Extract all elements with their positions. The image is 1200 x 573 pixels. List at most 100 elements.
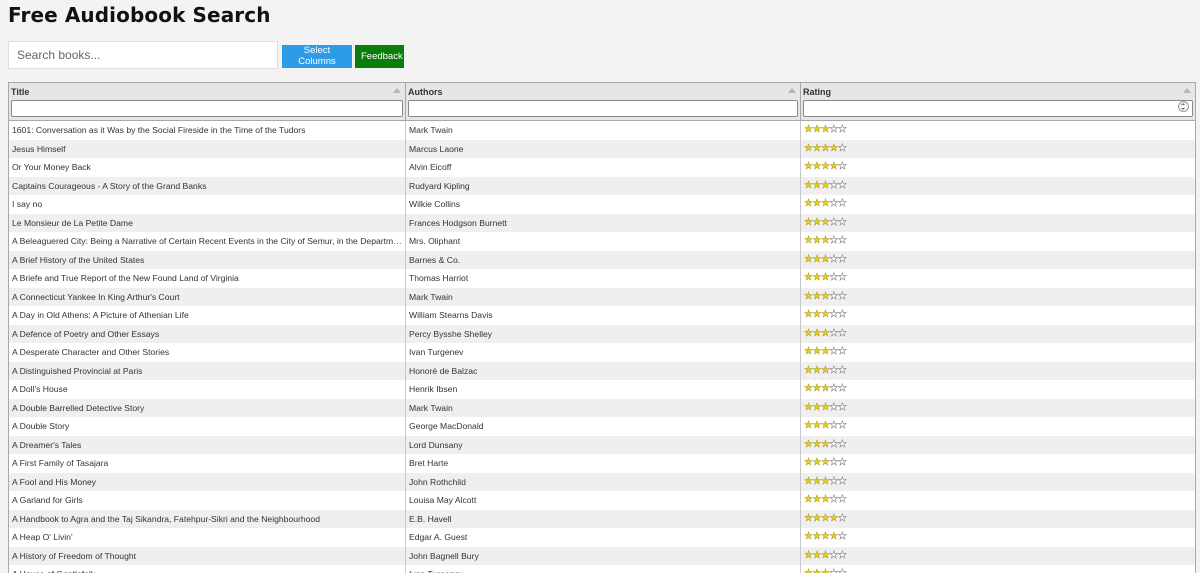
title-cell[interactable]: A Double Barrelled Detective Story	[9, 398, 406, 417]
table-row[interactable]: A Beleaguered City: Being a Narrative of…	[9, 232, 1195, 251]
author-cell[interactable]: Mrs. Oliphant	[406, 232, 801, 251]
table-row[interactable]: Jesus Himself Marcus Laone ★★★★★	[9, 139, 1195, 159]
title-cell[interactable]: A Heap O' Livin'	[9, 528, 406, 547]
table-row[interactable]: I say no Wilkie Collins ★★★★★	[9, 195, 1195, 214]
author-cell[interactable]: Ivan Turgenev	[406, 565, 801, 573]
rating-cell[interactable]: ★★★★★	[801, 288, 1195, 307]
sort-arrow-icon[interactable]	[1183, 88, 1191, 93]
table-row[interactable]: A House of GentlefolkIvan Turgenev★★★★★	[9, 565, 1195, 573]
rating-cell[interactable]: ★★★★★	[801, 195, 1195, 214]
table-row[interactable]: A Brief History of the United States Barn…	[9, 250, 1195, 270]
author-cell[interactable]: William Stearns Davis	[406, 306, 801, 325]
title-cell[interactable]: A Distinguished Provincial at Paris	[9, 361, 406, 380]
title-cell[interactable]: A House of Gentlefolk	[9, 565, 406, 573]
title-cell[interactable]: Le Monsieur de La Petite Dame	[9, 213, 406, 232]
title-cell[interactable]: I say no	[9, 195, 406, 214]
author-cell[interactable]: John Rothchild	[406, 472, 801, 491]
author-cell[interactable]: Thomas Harriot	[406, 269, 801, 288]
author-cell[interactable]: Marcus Laone	[406, 139, 801, 158]
title-cell[interactable]: Jesus Himself	[9, 139, 406, 158]
table-row[interactable]: A Day in Old Athens: A Picture of Atheni…	[9, 306, 1195, 325]
title-cell[interactable]: A Brief History of the United States	[9, 250, 406, 269]
column-header-title[interactable]: Title	[9, 83, 406, 120]
title-cell[interactable]: A Dreamer's Tales	[9, 435, 406, 454]
rating-cell[interactable]: ★★★★★	[801, 399, 1195, 418]
table-row[interactable]: A First Family of Tasajara Bret Harte ★★★★…	[9, 454, 1195, 473]
table-row[interactable]: A Doll's House Henrik Ibsen ★★★★★	[9, 380, 1195, 399]
select-columns-button[interactable]: Select Columns	[282, 44, 352, 68]
table-row[interactable]: Captains Courageous - A Story of the Gra…	[9, 176, 1195, 195]
feedback-button[interactable]: Feedback	[355, 44, 404, 68]
rating-filter-input[interactable]	[803, 100, 1193, 117]
author-cell[interactable]: Bret Harte	[406, 454, 801, 473]
author-cell[interactable]: John Bagnell Bury	[406, 546, 801, 565]
title-cell[interactable]: A Handbook to Agra and the Taj Sikandra,…	[9, 509, 406, 528]
rating-cell[interactable]: ★★★★★	[801, 436, 1195, 455]
title-cell[interactable]: A Doll's House	[9, 380, 406, 399]
table-row[interactable]: A Briefe and True Report of the New Foun…	[9, 269, 1195, 288]
table-row[interactable]: A Handbook to Agra and the Taj Sikandra,…	[9, 509, 1195, 529]
title-cell[interactable]: A Defence of Poetry and Other Essays	[9, 324, 406, 343]
title-cell[interactable]: Or Your Money Back	[9, 158, 406, 177]
rating-cell[interactable]: ★★★★★	[801, 454, 1195, 473]
table-row[interactable]: Le Monsieur de La Petite Dame Frances Hod…	[9, 213, 1195, 233]
rating-cell[interactable]: ★★★★★	[801, 251, 1195, 270]
spinner-icon[interactable]	[1178, 101, 1189, 112]
author-cell[interactable]: Barnes & Co.	[406, 250, 801, 269]
author-cell[interactable]: Henrik Ibsen	[406, 380, 801, 399]
search-input[interactable]	[8, 41, 278, 69]
table-row[interactable]: A Defence of Poetry and Other Essays Perc…	[9, 324, 1195, 344]
author-cell[interactable]: E.B. Havell	[406, 509, 801, 528]
rating-cell[interactable]: ★★★★★	[801, 121, 1195, 140]
table-row[interactable]: Or Your Money Back Alvin Eicoff ★★★★★	[9, 158, 1195, 177]
title-cell[interactable]: A Connecticut Yankee In King Arthur's Co…	[9, 287, 406, 306]
rating-cell[interactable]: ★★★★★	[801, 528, 1195, 547]
table-row[interactable]: A Garland for Girls Louisa May Alcott ★★★★…	[9, 491, 1195, 510]
rating-cell[interactable]: ★★★★★	[801, 214, 1195, 233]
table-row[interactable]: A Fool and His Money John Rothchild ★★★★★	[9, 472, 1195, 491]
rating-cell[interactable]: ★★★★★	[801, 325, 1195, 344]
author-cell[interactable]: Mark Twain	[406, 398, 801, 417]
table-row[interactable]: A History of Freedom of Thought John Bagn…	[9, 546, 1195, 566]
table-row[interactable]: A Dreamer's Tales Lord Dunsany ★★★★★	[9, 435, 1195, 455]
author-cell[interactable]: Ivan Turgenev	[406, 343, 801, 362]
rating-cell[interactable]: ★★★★★	[801, 269, 1195, 288]
rating-cell[interactable]: ★★★★★	[801, 510, 1195, 529]
author-cell[interactable]: Percy Bysshe Shelley	[406, 324, 801, 343]
rating-cell[interactable]: ★★★★★	[801, 491, 1195, 510]
rating-cell[interactable]: ★★★★★	[801, 158, 1195, 177]
rating-cell[interactable]: ★★★★★	[801, 232, 1195, 251]
column-header-authors[interactable]: Authors	[406, 83, 801, 120]
rating-cell[interactable]: ★★★★★	[801, 565, 1195, 573]
table-row[interactable]: A Double Story George MacDonald ★★★★★	[9, 417, 1195, 436]
author-cell[interactable]: Alvin Eicoff	[406, 158, 801, 177]
sort-arrow-icon[interactable]	[393, 88, 401, 93]
author-cell[interactable]: Mark Twain	[406, 121, 801, 140]
title-cell[interactable]: A Briefe and True Report of the New Foun…	[9, 269, 406, 288]
author-cell[interactable]: Lord Dunsany	[406, 435, 801, 454]
author-cell[interactable]: Mark Twain	[406, 287, 801, 306]
table-row[interactable]: A Heap O' Livin' Edgar A. Guest ★★★★★	[9, 528, 1195, 547]
title-cell[interactable]: A Day in Old Athens: A Picture of Atheni…	[9, 306, 406, 325]
title-cell[interactable]: A Fool and His Money	[9, 472, 406, 491]
rating-cell[interactable]: ★★★★★	[801, 140, 1195, 159]
author-cell[interactable]: George MacDonald	[406, 417, 801, 436]
author-cell[interactable]: Edgar A. Guest	[406, 528, 801, 547]
table-row[interactable]: A Desperate Character and Other Stories I…	[9, 343, 1195, 362]
table-row[interactable]: A Double Barrelled Detective Story Mark T…	[9, 398, 1195, 418]
authors-filter-input[interactable]	[408, 100, 798, 117]
title-cell[interactable]: Captains Courageous - A Story of the Gra…	[9, 176, 406, 195]
rating-cell[interactable]: ★★★★★	[801, 343, 1195, 362]
table-row[interactable]: 1601: Conversation as it Was by the Soci…	[9, 121, 1195, 140]
sort-arrow-icon[interactable]	[788, 88, 796, 93]
title-cell[interactable]: A Desperate Character and Other Stories	[9, 343, 406, 362]
rating-cell[interactable]: ★★★★★	[801, 362, 1195, 381]
table-row[interactable]: A Connecticut Yankee In King Arthur's Co…	[9, 287, 1195, 307]
title-cell[interactable]: 1601: Conversation as it Was by the Soci…	[9, 121, 406, 140]
rating-cell[interactable]: ★★★★★	[801, 417, 1195, 436]
title-cell[interactable]: A Garland for Girls	[9, 491, 406, 510]
author-cell[interactable]: Honoré de Balzac	[406, 361, 801, 380]
table-row[interactable]: A Distinguished Provincial at Paris Honor…	[9, 361, 1195, 381]
rating-cell[interactable]: ★★★★★	[801, 306, 1195, 325]
rating-cell[interactable]: ★★★★★	[801, 547, 1195, 566]
